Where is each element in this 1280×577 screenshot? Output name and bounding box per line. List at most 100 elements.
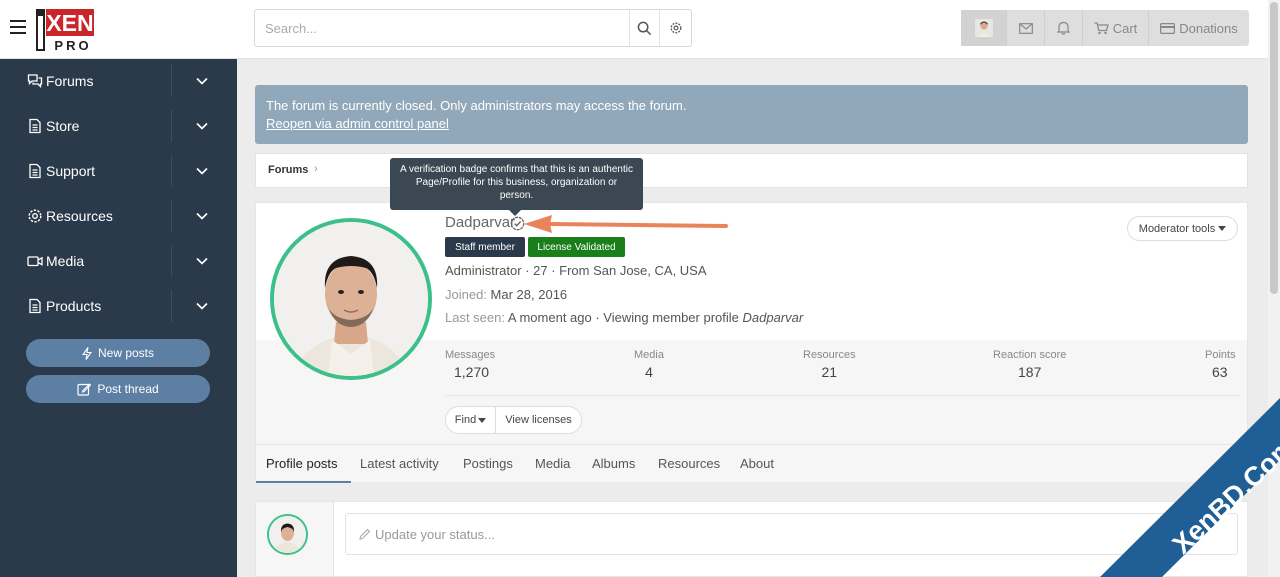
stat-label: Messages [445, 349, 496, 361]
member-profile-card: Dadparvar Staff member License Validated… [255, 202, 1248, 483]
moderator-tools-button[interactable]: Moderator tools [1127, 216, 1238, 241]
hamburger-menu-icon[interactable] [10, 20, 26, 34]
sidebar-divider [171, 245, 172, 277]
sidebar-item-forums[interactable]: Forums [0, 59, 237, 104]
comments-icon [27, 74, 43, 89]
tab-albums[interactable]: Albums [592, 456, 635, 471]
page-scrollbar[interactable] [1268, 0, 1280, 577]
tab-postings[interactable]: Postings [463, 456, 513, 471]
reopen-link[interactable]: Reopen via admin control panel [266, 115, 1237, 133]
tab-media[interactable]: Media [535, 456, 570, 471]
gear-icon [670, 22, 681, 34]
chevron-down-icon[interactable] [195, 299, 209, 313]
bolt-icon [81, 346, 92, 360]
new-posts-button[interactable]: New posts [26, 339, 210, 367]
post-thread-label: Post thread [97, 382, 159, 396]
pencil-icon [359, 528, 371, 540]
sidebar-item-support[interactable]: Support [0, 149, 237, 194]
alerts-button[interactable] [1045, 10, 1083, 46]
sidebar-item-media[interactable]: Media [0, 239, 237, 284]
profile-username[interactable]: Dadparvar [445, 214, 515, 231]
tab-latest-activity[interactable]: Latest activity [360, 456, 439, 471]
last-seen-label: Last seen: [445, 310, 505, 325]
tab-profile-posts[interactable]: Profile posts [266, 456, 338, 471]
stat-label: Points [1205, 349, 1236, 361]
stat-value: 1,270 [454, 364, 490, 380]
cart-button[interactable]: Cart [1083, 10, 1149, 46]
sidebar-divider [171, 200, 172, 232]
sidebar-item-label: Products [46, 298, 102, 314]
last-seen-page-link[interactable]: Dadparvar [743, 310, 804, 325]
avatar[interactable] [267, 514, 308, 555]
stat-points[interactable]: Points 63 [1205, 349, 1236, 380]
sidebar-item-label: Support [46, 163, 96, 179]
donations-label: Donations [1179, 20, 1238, 36]
breadcrumb-separator: › [314, 163, 318, 175]
stat-messages[interactable]: Messages 1,270 [445, 349, 495, 380]
post-thread-button[interactable]: Post thread [26, 375, 210, 403]
stat-label: Media [634, 349, 664, 361]
find-menu-button[interactable]: Find [446, 407, 496, 433]
video-icon [27, 256, 43, 267]
status-placeholder: Update your status... [375, 526, 495, 542]
donations-button[interactable]: Donations [1149, 10, 1249, 46]
chevron-down-icon[interactable] [195, 164, 209, 178]
joined-line: Joined: Mar 28, 2016 [445, 287, 567, 302]
inbox-button[interactable] [1007, 10, 1045, 46]
status-input[interactable]: Update your status... [345, 513, 1238, 555]
sidebar-divider [171, 155, 172, 187]
avatar[interactable] [270, 218, 432, 380]
caret-down-icon [1218, 226, 1227, 231]
logo-text-bottom: PRO [54, 38, 91, 52]
new-posts-label: New posts [97, 346, 155, 360]
sidebar-item-label: Resources [46, 208, 113, 224]
user-nav-group: Cart Donations [961, 10, 1249, 46]
edit-icon [77, 383, 92, 396]
sidebar-item-store[interactable]: Store [0, 104, 237, 149]
search-icon [637, 21, 652, 35]
site-logo[interactable]: XEN PRO [35, 8, 97, 53]
sidebar-item-label: Forums [46, 73, 94, 89]
tab-about[interactable]: About [740, 456, 774, 471]
search-button[interactable] [629, 10, 659, 46]
search-box [254, 9, 692, 47]
sidebar-item-products[interactable]: Products [0, 284, 237, 329]
search-settings-button[interactable] [659, 10, 691, 46]
tooltip-pointer [509, 210, 521, 216]
find-label: Find [454, 414, 477, 426]
stat-value: 4 [645, 364, 653, 380]
chevron-down-icon[interactable] [195, 74, 209, 88]
user-avatar-button[interactable] [961, 10, 1007, 46]
joined-label: Joined: [445, 287, 487, 302]
scrollbar-thumb[interactable] [1270, 2, 1278, 294]
sidebar-item-resources[interactable]: Resources [0, 194, 237, 239]
avatar [974, 19, 993, 37]
search-input[interactable] [255, 10, 629, 46]
tab-resources[interactable]: Resources [658, 456, 720, 471]
caret-down-icon [478, 417, 487, 423]
moderator-tools-label: Moderator tools [1138, 222, 1216, 235]
stat-media[interactable]: Media 4 [634, 349, 664, 380]
stat-resources[interactable]: Resources 21 [803, 349, 856, 380]
last-seen-value: A moment ago · Viewing member profile [507, 310, 739, 325]
chevron-down-icon[interactable] [195, 254, 209, 268]
joined-value: Mar 28, 2016 [490, 287, 568, 302]
chevron-down-icon[interactable] [195, 209, 209, 223]
status-update-box: Update your status... [255, 501, 1248, 577]
sidebar: Forums Store Support Resources Media Pro… [0, 59, 237, 577]
notice-text: The forum is currently closed. Only admi… [266, 98, 687, 113]
stat-label: Resources [803, 349, 856, 361]
sidebar-divider [171, 290, 172, 322]
profile-action-buttons: Find View licenses [445, 406, 582, 434]
chevron-down-icon[interactable] [195, 119, 209, 133]
profile-info-line: Administrator · 27 · From San Jose, CA, … [445, 263, 707, 278]
breadcrumb-item-forums[interactable]: Forums [268, 164, 308, 176]
license-validated-badge: License Validated [528, 237, 625, 257]
cart-icon [1094, 21, 1109, 34]
stat-reaction-score[interactable]: Reaction score 187 [993, 349, 1066, 380]
view-licenses-button[interactable]: View licenses [496, 407, 581, 433]
cart-label: Cart [1112, 20, 1138, 36]
stat-value: 21 [821, 364, 838, 380]
document-icon [29, 118, 41, 134]
sidebar-item-label: Media [46, 253, 85, 269]
